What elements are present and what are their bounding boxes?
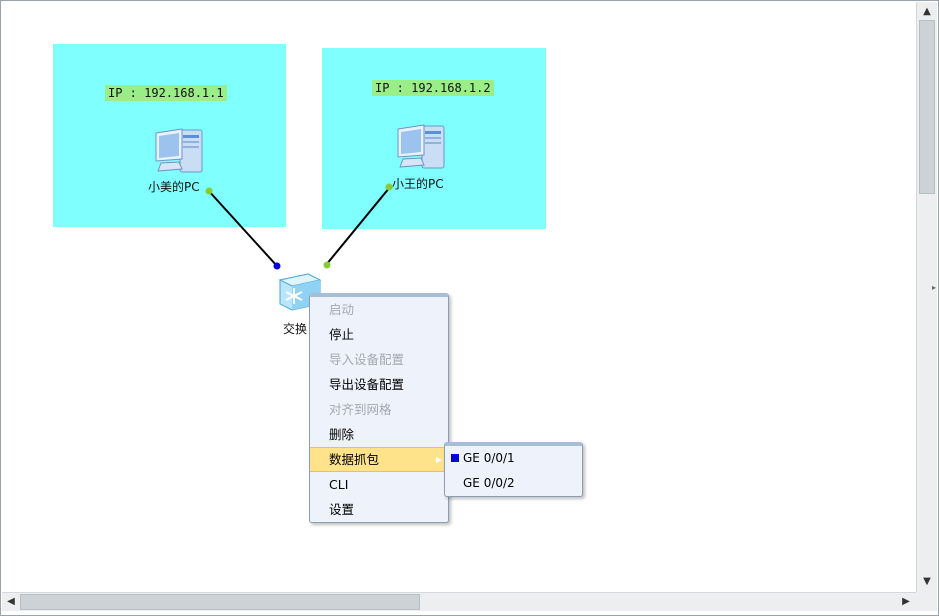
menu-item-capture-label: 数据抓包 (329, 452, 380, 467)
capture-submenu: GE 0/0/1 GE 0/0/2 (444, 442, 583, 497)
switch-label: 交换 (283, 322, 308, 336)
menu-item-delete[interactable]: 删除 (310, 422, 448, 447)
port-indicator-switch-ge1 (273, 262, 281, 270)
pc1-computer-icon[interactable] (152, 127, 208, 177)
menu-item-cli-label: CLI (329, 477, 349, 492)
pc2-computer-icon[interactable] (394, 123, 450, 173)
scroll-down-arrow-icon[interactable]: ▼ (919, 574, 935, 590)
menu-item-settings[interactable]: 设置 (310, 497, 448, 522)
menu-item-align-grid[interactable]: 对齐到网格 (310, 397, 448, 422)
menu-item-import-config[interactable]: 导入设备配置 (310, 347, 448, 372)
menu-item-start[interactable]: 启动 (310, 297, 448, 322)
menu-item-stop-label: 停止 (329, 327, 355, 342)
submenu-item-ge002-label: GE 0/0/2 (463, 476, 515, 490)
menu-item-cli[interactable]: CLI (310, 472, 448, 497)
scroll-right-arrow-icon[interactable]: ▶ (898, 594, 914, 610)
vertical-scrollbar[interactable]: ▲ ▼ (916, 2, 937, 592)
topology-canvas[interactable]: IP : 192.168.1.1 IP : 192.168.1.2 小美的PC (2, 2, 916, 592)
scroll-left-arrow-icon[interactable]: ◀ (3, 594, 19, 610)
link-pc2-switch[interactable] (325, 186, 391, 266)
submenu-item-ge001[interactable]: GE 0/0/1 (445, 446, 582, 471)
horizontal-scroll-thumb[interactable] (20, 594, 420, 610)
pc1-label: 小美的PC (148, 180, 200, 194)
submenu-arrow-icon: ▶ (435, 455, 442, 464)
selected-port-marker-icon (451, 454, 459, 462)
submenu-item-ge002[interactable]: GE 0/0/2 (445, 471, 582, 496)
menu-item-stop[interactable]: 停止 (310, 322, 448, 347)
topology-window: IP : 192.168.1.1 IP : 192.168.1.2 小美的PC (0, 0, 939, 616)
vertical-scroll-thumb[interactable] (919, 20, 935, 194)
horizontal-scrollbar[interactable]: ◀ ▶ (2, 592, 916, 611)
pc2-label: 小王的PC (392, 177, 444, 191)
menu-item-capture[interactable]: 数据抓包 ▶ (310, 447, 448, 472)
menu-item-import-config-label: 导入设备配置 (329, 352, 405, 367)
menu-item-export-config-label: 导出设备配置 (329, 377, 405, 392)
link-layer (205, 183, 393, 270)
submenu-item-ge001-label: GE 0/0/1 (463, 451, 515, 465)
menu-item-export-config[interactable]: 导出设备配置 (310, 372, 448, 397)
menu-item-settings-label: 设置 (329, 502, 355, 517)
port-indicator-pc1 (205, 187, 213, 195)
menu-item-start-label: 启动 (329, 302, 355, 317)
device-context-menu: 启动 停止 导入设备配置 导出设备配置 对齐到网格 删除 数据抓包 ▶ CLI … (309, 293, 449, 523)
menu-item-delete-label: 删除 (329, 427, 355, 442)
scroll-up-arrow-icon[interactable]: ▲ (919, 4, 935, 20)
menu-item-align-grid-label: 对齐到网格 (329, 402, 392, 417)
panel-edge-arrow-icon[interactable]: ▸ (932, 281, 938, 295)
scrollbar-corner (916, 592, 937, 611)
port-indicator-switch-ge2 (323, 261, 331, 269)
link-pc1-switch[interactable] (206, 188, 278, 267)
